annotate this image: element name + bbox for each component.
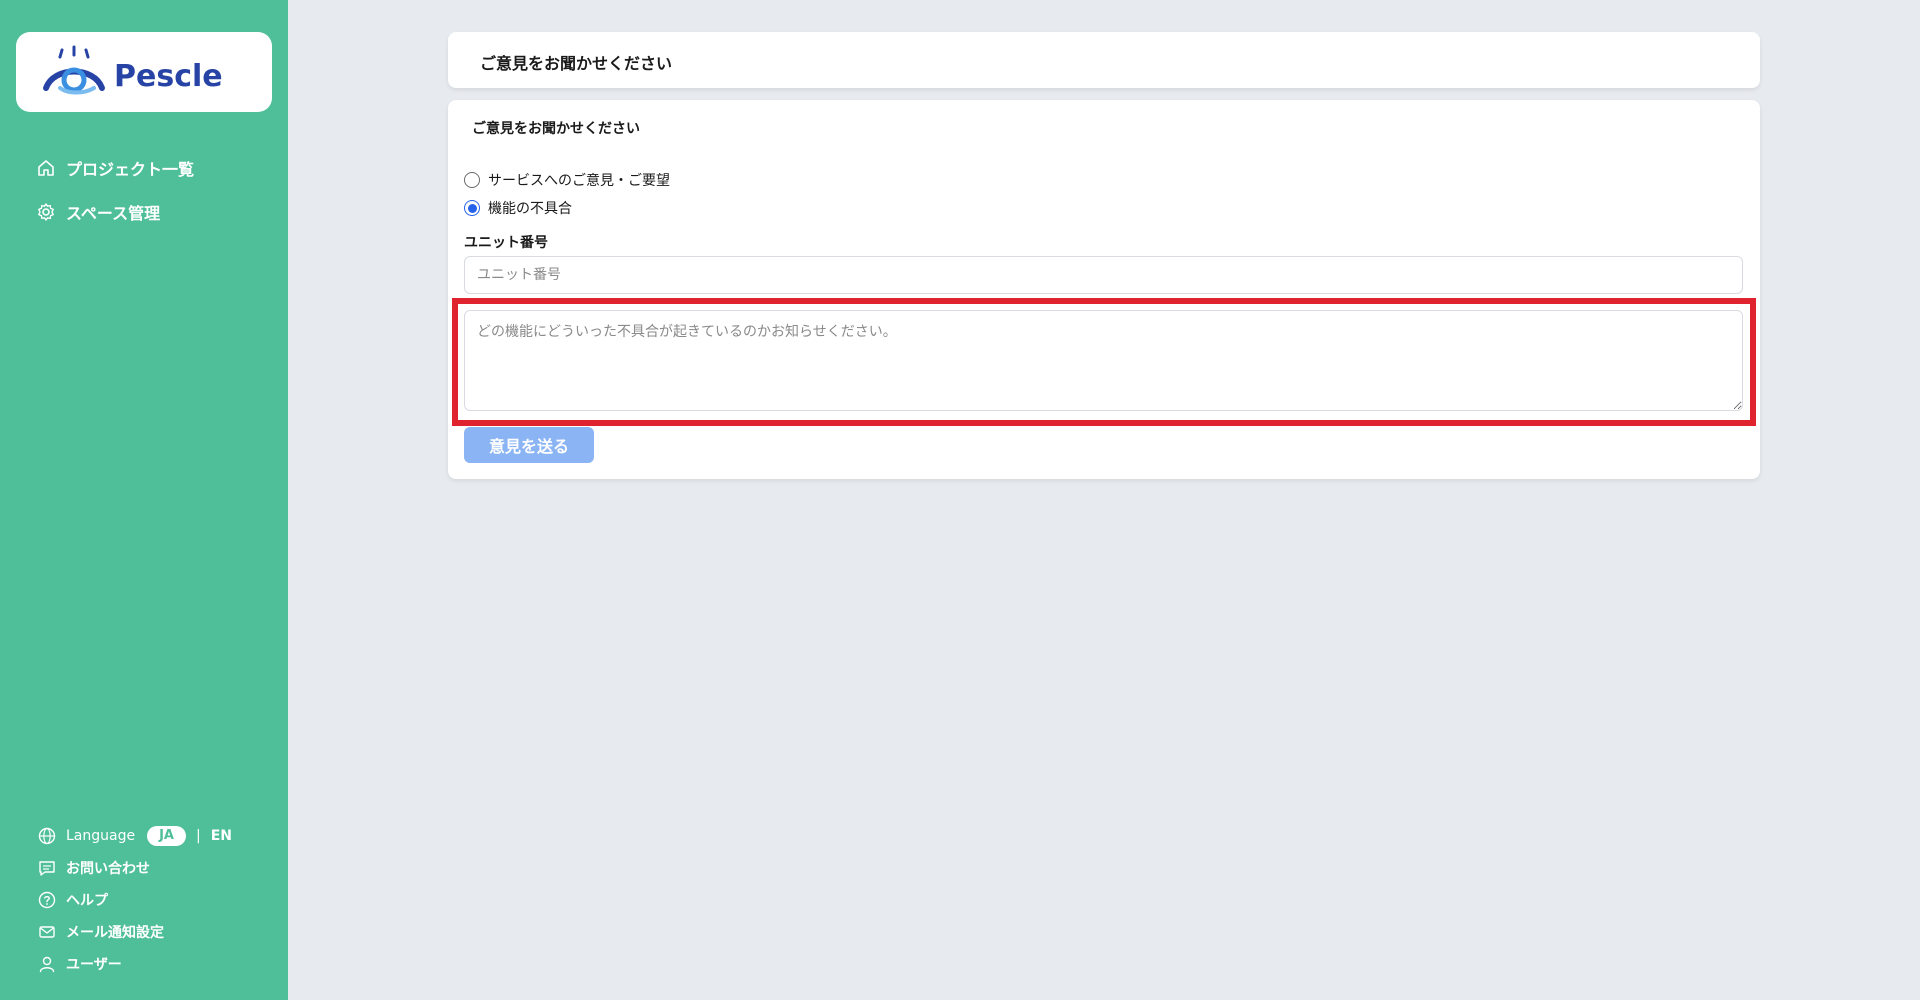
detail-textarea[interactable] bbox=[464, 310, 1743, 411]
language-ja-button[interactable]: JA bbox=[147, 826, 186, 846]
mail-icon bbox=[38, 923, 56, 941]
option-service-feedback[interactable]: サービスへのご意見・ご要望 bbox=[464, 170, 670, 190]
unit-number-label: ユニット番号 bbox=[464, 235, 548, 251]
sidebar-item-label: プロジェクト一覧 bbox=[66, 160, 195, 179]
sidebar-item-mail-settings[interactable]: メール通知設定 bbox=[38, 920, 232, 944]
language-en-button[interactable]: EN bbox=[211, 828, 232, 844]
language-separator: | bbox=[196, 828, 201, 844]
help-icon bbox=[38, 891, 56, 909]
logo-wordmark: Pescle bbox=[114, 59, 223, 94]
option-malfunction[interactable]: 機能の不具合 bbox=[464, 198, 572, 218]
sidebar-item-label: ヘルプ bbox=[66, 893, 108, 909]
option-label: 機能の不具合 bbox=[488, 201, 572, 217]
page-title: ご意見をお聞かせください bbox=[448, 32, 1760, 88]
submit-button[interactable]: 意見を送る bbox=[464, 427, 594, 463]
feedback-form: ご意見をお聞かせください サービスへのご意見・ご要望 機能の不具合 ユニット番号… bbox=[448, 100, 1760, 479]
pescle-logo-icon: Pescle bbox=[43, 45, 223, 95]
sidebar-item-help[interactable]: ヘルプ bbox=[38, 888, 232, 912]
gear-icon bbox=[36, 202, 56, 222]
sidebar-item-label: スペース管理 bbox=[66, 204, 161, 223]
sidebar-item-label: メール通知設定 bbox=[66, 925, 164, 941]
chat-icon bbox=[38, 859, 56, 877]
form-title: ご意見をお聞かせください bbox=[472, 121, 640, 137]
sidebar-item-contact[interactable]: お問い合わせ bbox=[38, 856, 232, 880]
user-icon bbox=[38, 955, 56, 973]
radio-malfunction[interactable] bbox=[464, 200, 480, 216]
logo[interactable]: Pescle bbox=[16, 32, 272, 112]
option-label: サービスへのご意見・ご要望 bbox=[488, 173, 670, 189]
sidebar-item-label: お問い合わせ bbox=[66, 861, 150, 877]
sidebar-footer: Language JA | EN お問い合わせ ヘルプ メール通知設定 ユーザー bbox=[38, 824, 232, 984]
sidebar: Pescle プロジェクト一覧 スペース管理 Language JA | EN bbox=[0, 0, 288, 1000]
sidebar-item-space-settings[interactable]: スペース管理 bbox=[36, 198, 194, 226]
sidebar-item-projects[interactable]: プロジェクト一覧 bbox=[36, 154, 194, 182]
sidebar-item-user[interactable]: ユーザー bbox=[38, 952, 232, 976]
radio-service-feedback[interactable] bbox=[464, 172, 480, 188]
unit-number-input[interactable] bbox=[464, 256, 1743, 294]
sidebar-item-label: ユーザー bbox=[66, 957, 122, 973]
home-icon bbox=[36, 158, 56, 178]
globe-icon bbox=[38, 827, 56, 845]
language-switcher: Language JA | EN bbox=[38, 824, 232, 848]
language-label: Language bbox=[66, 828, 136, 844]
sidebar-nav: プロジェクト一覧 スペース管理 bbox=[36, 154, 194, 242]
